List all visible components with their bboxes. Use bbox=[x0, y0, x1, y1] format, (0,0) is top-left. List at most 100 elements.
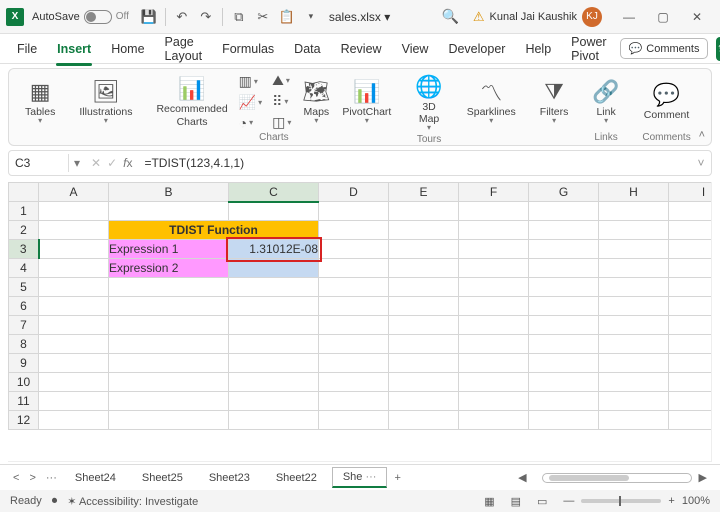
save-icon[interactable]: 💾 bbox=[140, 8, 158, 26]
sheet-nav-next[interactable]: > bbox=[26, 472, 38, 484]
row-header-2[interactable]: 2 bbox=[9, 221, 39, 240]
row-header-9[interactable]: 9 bbox=[9, 354, 39, 373]
cell-E2[interactable] bbox=[389, 221, 459, 240]
name-box[interactable]: C3 bbox=[9, 154, 69, 172]
cell-F3[interactable] bbox=[459, 240, 529, 259]
cell-A1[interactable] bbox=[39, 202, 109, 221]
cell-C5[interactable] bbox=[229, 278, 319, 297]
cell-A8[interactable] bbox=[39, 335, 109, 354]
cell-E11[interactable] bbox=[389, 392, 459, 411]
row-header-11[interactable]: 11 bbox=[9, 392, 39, 411]
share-button[interactable]: ⇪ bbox=[716, 37, 720, 61]
cell-I8[interactable] bbox=[669, 335, 713, 354]
cell-G1[interactable] bbox=[529, 202, 599, 221]
avatar[interactable]: KJ bbox=[582, 7, 602, 27]
cell-F11[interactable] bbox=[459, 392, 529, 411]
cell-H2[interactable] bbox=[599, 221, 669, 240]
cell-G4[interactable] bbox=[529, 259, 599, 278]
cell-C9[interactable] bbox=[229, 354, 319, 373]
autosave-toggle[interactable] bbox=[84, 10, 112, 24]
maps-button[interactable]: 🗺Maps▾ bbox=[298, 76, 334, 127]
cell-F5[interactable] bbox=[459, 278, 529, 297]
cell-B6[interactable] bbox=[109, 297, 229, 316]
filters-button[interactable]: ⧩Filters▾ bbox=[536, 76, 573, 127]
row-header-12[interactable]: 12 bbox=[9, 411, 39, 430]
add-sheet-button[interactable]: + bbox=[391, 472, 403, 484]
tab-review[interactable]: Review bbox=[332, 38, 391, 60]
col-header-D[interactable]: D bbox=[319, 183, 389, 202]
cell-D8[interactable] bbox=[319, 335, 389, 354]
cell-H7[interactable] bbox=[599, 316, 669, 335]
cell-G6[interactable] bbox=[529, 297, 599, 316]
cell-B8[interactable] bbox=[109, 335, 229, 354]
warning-icon[interactable]: ⚠ bbox=[473, 9, 485, 25]
cell-H4[interactable] bbox=[599, 259, 669, 278]
row-header-10[interactable]: 10 bbox=[9, 373, 39, 392]
cell-H3[interactable] bbox=[599, 240, 669, 259]
cell-F9[interactable] bbox=[459, 354, 529, 373]
cell-H11[interactable] bbox=[599, 392, 669, 411]
hscroll-left-icon[interactable]: ◀ bbox=[515, 471, 529, 484]
cell-G12[interactable] bbox=[529, 411, 599, 430]
sheet-tab-active[interactable]: She ··· bbox=[332, 467, 388, 488]
sheet-nav-more[interactable]: ··· bbox=[43, 472, 60, 484]
illustrations-button[interactable]: 🖼Illustrations▾ bbox=[75, 76, 136, 127]
cell-B1[interactable] bbox=[109, 202, 229, 221]
maximize-button[interactable]: ▢ bbox=[646, 2, 680, 32]
cell-F4[interactable] bbox=[459, 259, 529, 278]
cell-G11[interactable] bbox=[529, 392, 599, 411]
normal-view-icon[interactable]: ▦ bbox=[481, 495, 497, 508]
tab-help[interactable]: Help bbox=[516, 38, 560, 60]
cell-B3[interactable]: Expression 1 bbox=[109, 240, 229, 259]
close-button[interactable]: ✕ bbox=[680, 2, 714, 32]
zoom-level[interactable]: 100% bbox=[682, 495, 710, 507]
spreadsheet-grid[interactable]: ABCDEFGHI 12TDIST Function3Expression 11… bbox=[8, 182, 712, 462]
cell-E3[interactable] bbox=[389, 240, 459, 259]
macro-record-icon[interactable]: ⏺ bbox=[52, 495, 58, 508]
cell-G2[interactable] bbox=[529, 221, 599, 240]
cell-F10[interactable] bbox=[459, 373, 529, 392]
cell-D5[interactable] bbox=[319, 278, 389, 297]
cell-A2[interactable] bbox=[39, 221, 109, 240]
cell-F8[interactable] bbox=[459, 335, 529, 354]
cell-I10[interactable] bbox=[669, 373, 713, 392]
col-header-H[interactable]: H bbox=[599, 183, 669, 202]
cell-B7[interactable] bbox=[109, 316, 229, 335]
cell-F7[interactable] bbox=[459, 316, 529, 335]
zoom-in-icon[interactable]: + bbox=[665, 495, 677, 507]
cell-I1[interactable] bbox=[669, 202, 713, 221]
combo-chart-icon[interactable]: ◫▾ bbox=[269, 113, 294, 132]
name-box-dropdown[interactable]: ▾ bbox=[69, 156, 85, 170]
cell-A3[interactable] bbox=[39, 240, 109, 259]
cell-H9[interactable] bbox=[599, 354, 669, 373]
redo-icon[interactable]: ↷ bbox=[197, 8, 215, 26]
cell-D11[interactable] bbox=[319, 392, 389, 411]
cell-B12[interactable] bbox=[109, 411, 229, 430]
cell-H5[interactable] bbox=[599, 278, 669, 297]
cancel-formula-icon[interactable]: ✕ bbox=[91, 156, 101, 170]
cell-B5[interactable] bbox=[109, 278, 229, 297]
row-header-4[interactable]: 4 bbox=[9, 259, 39, 278]
cell-E10[interactable] bbox=[389, 373, 459, 392]
cell-C10[interactable] bbox=[229, 373, 319, 392]
cell-A6[interactable] bbox=[39, 297, 109, 316]
sheet-tab[interactable]: Sheet24 bbox=[64, 468, 127, 488]
cell-B9[interactable] bbox=[109, 354, 229, 373]
cell-I4[interactable] bbox=[669, 259, 713, 278]
cell-G10[interactable] bbox=[529, 373, 599, 392]
cell-F6[interactable] bbox=[459, 297, 529, 316]
tab-data[interactable]: Data bbox=[285, 38, 329, 60]
sheet-nav-prev[interactable]: < bbox=[10, 472, 22, 484]
cell-G3[interactable] bbox=[529, 240, 599, 259]
cell-I9[interactable] bbox=[669, 354, 713, 373]
scatter-chart-icon[interactable]: ⠿▾ bbox=[269, 92, 294, 111]
tab-insert[interactable]: Insert bbox=[48, 38, 100, 60]
cell-C8[interactable] bbox=[229, 335, 319, 354]
cell-G7[interactable] bbox=[529, 316, 599, 335]
cell-A10[interactable] bbox=[39, 373, 109, 392]
paste-icon[interactable]: 📋 bbox=[278, 8, 296, 26]
cell-I5[interactable] bbox=[669, 278, 713, 297]
comment-button[interactable]: 💬Comment bbox=[640, 79, 694, 123]
hscroll-right-icon[interactable]: ▶ bbox=[696, 471, 710, 484]
tab-page-layout[interactable]: Page Layout bbox=[156, 31, 212, 67]
